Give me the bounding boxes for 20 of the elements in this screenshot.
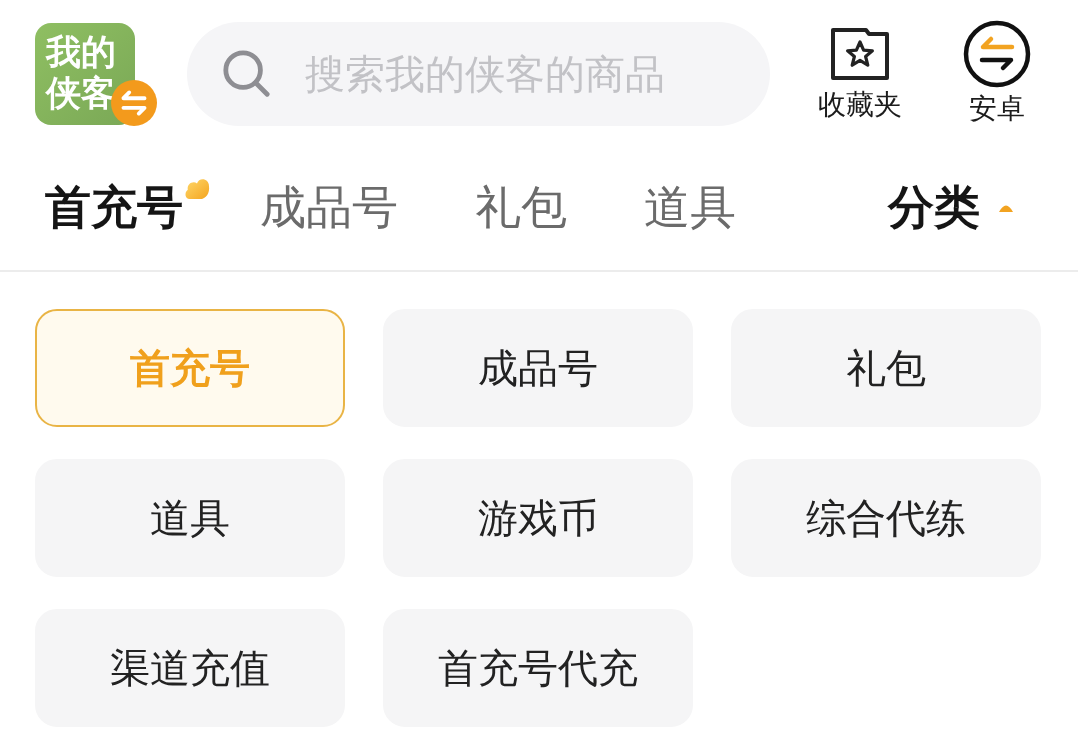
category-toggle[interactable]: 分类 (888, 179, 1014, 235)
folder-star-icon (830, 27, 890, 81)
category-option[interactable]: 综合代练 (731, 459, 1041, 577)
category-tab[interactable]: 成品号 (260, 179, 398, 235)
category-option[interactable]: 礼包 (731, 309, 1041, 427)
category-tab[interactable]: 首充号 (45, 179, 183, 235)
swap-arrows-icon (111, 80, 157, 126)
toolbar-action[interactable]: 收藏夹 (810, 22, 910, 125)
category-tab[interactable]: 道具 (644, 179, 736, 235)
toolbar-action[interactable]: 安卓 (957, 20, 1037, 125)
cloud-icon (184, 176, 210, 200)
category-option[interactable]: 道具 (35, 459, 345, 577)
search-icon (220, 49, 272, 99)
category-option[interactable]: 渠道充值 (35, 609, 345, 727)
category-option[interactable]: 成品号 (383, 309, 693, 427)
logo-text: 我的侠客 (46, 32, 116, 114)
swap-arrows-icon (963, 20, 1031, 88)
category-option[interactable]: 首充号代充 (383, 609, 693, 727)
category-option[interactable]: 游戏币 (383, 459, 693, 577)
category-tab[interactable]: 礼包 (475, 179, 567, 235)
